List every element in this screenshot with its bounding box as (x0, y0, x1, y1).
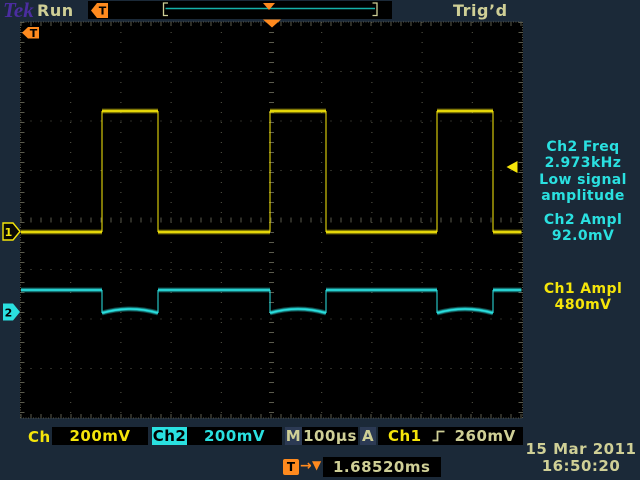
ch2-channel-label: Ch2 (153, 427, 187, 445)
timebase-label: M (286, 427, 301, 445)
ch1-ground-marker (3, 223, 20, 240)
ch2-trace (21, 290, 522, 313)
ch2-ampl-value: 92.0mV (526, 228, 640, 244)
timebase-box: 100µs (302, 427, 358, 445)
trigger-position-marker-icon (263, 20, 281, 28)
ch1-trace (21, 111, 522, 232)
graticule-t-marker-icon (22, 27, 39, 39)
trigger-status: Trig’d (453, 1, 508, 20)
trigger-level-value: 260mV (455, 427, 516, 445)
trigger-source-label: Ch1 (388, 427, 422, 445)
ch1-marker-label: 1 (5, 226, 13, 239)
graticule-background (20, 22, 523, 418)
acquisition-status: Run (37, 1, 74, 20)
ch2-freq-value: 2.973kHz (526, 155, 640, 171)
time-value: 16:50:20 (522, 458, 640, 475)
timebase-chip: M (285, 427, 302, 445)
record-view-strip (88, 1, 392, 19)
trigger-t-icon: T (283, 459, 299, 475)
trigger-mode-chip: A (360, 427, 376, 445)
timebase-value: 100µs (303, 427, 357, 445)
trigger-settings-box: Ch1 260mV (378, 427, 523, 445)
triangle-down-icon: ▼ (312, 458, 321, 472)
measurement-warning-line2: amplitude (526, 188, 640, 204)
trigger-mode-label: A (362, 427, 374, 445)
ch1-scale-box: 200mV (52, 427, 148, 445)
ch2-scale-value: 200mV (204, 427, 265, 445)
ch1-ampl-value: 480mV (526, 297, 640, 313)
measurement-warning-line1: Low signal (526, 172, 640, 188)
trigger-position-box: 1.68520ms (323, 457, 441, 477)
trigger-level-arrow-icon (507, 161, 518, 173)
ch2-marker-label: 2 (5, 307, 13, 320)
date-value: 15 Mar 2011 (522, 441, 640, 458)
oscilloscope-screen: { "header": { "brand": "Tek", "acq_statu… (0, 0, 640, 480)
ch2-scale-box: 200mV (187, 427, 282, 445)
ch2-channel-chip: Ch2 (152, 427, 187, 445)
ch1-scale-value: 200mV (69, 427, 130, 445)
arrow-right-icon: → (300, 458, 312, 474)
ch2-freq-label: Ch2 Freq (526, 139, 640, 155)
ch1-ampl-label: Ch1 Ampl (526, 281, 640, 297)
graticule-grid (21, 22, 523, 418)
graticule-t-marker-icon-label: T (30, 27, 38, 40)
ch2-ampl-label: Ch2 Ampl (526, 212, 640, 228)
rising-edge-icon (431, 429, 446, 443)
tek-brand-logo: Tek (3, 0, 34, 20)
datetime-readout: 15 Mar 2011 16:50:20 (522, 441, 640, 475)
trigger-position-value: 1.68520ms (323, 458, 430, 476)
ch2-ground-marker (3, 304, 20, 321)
